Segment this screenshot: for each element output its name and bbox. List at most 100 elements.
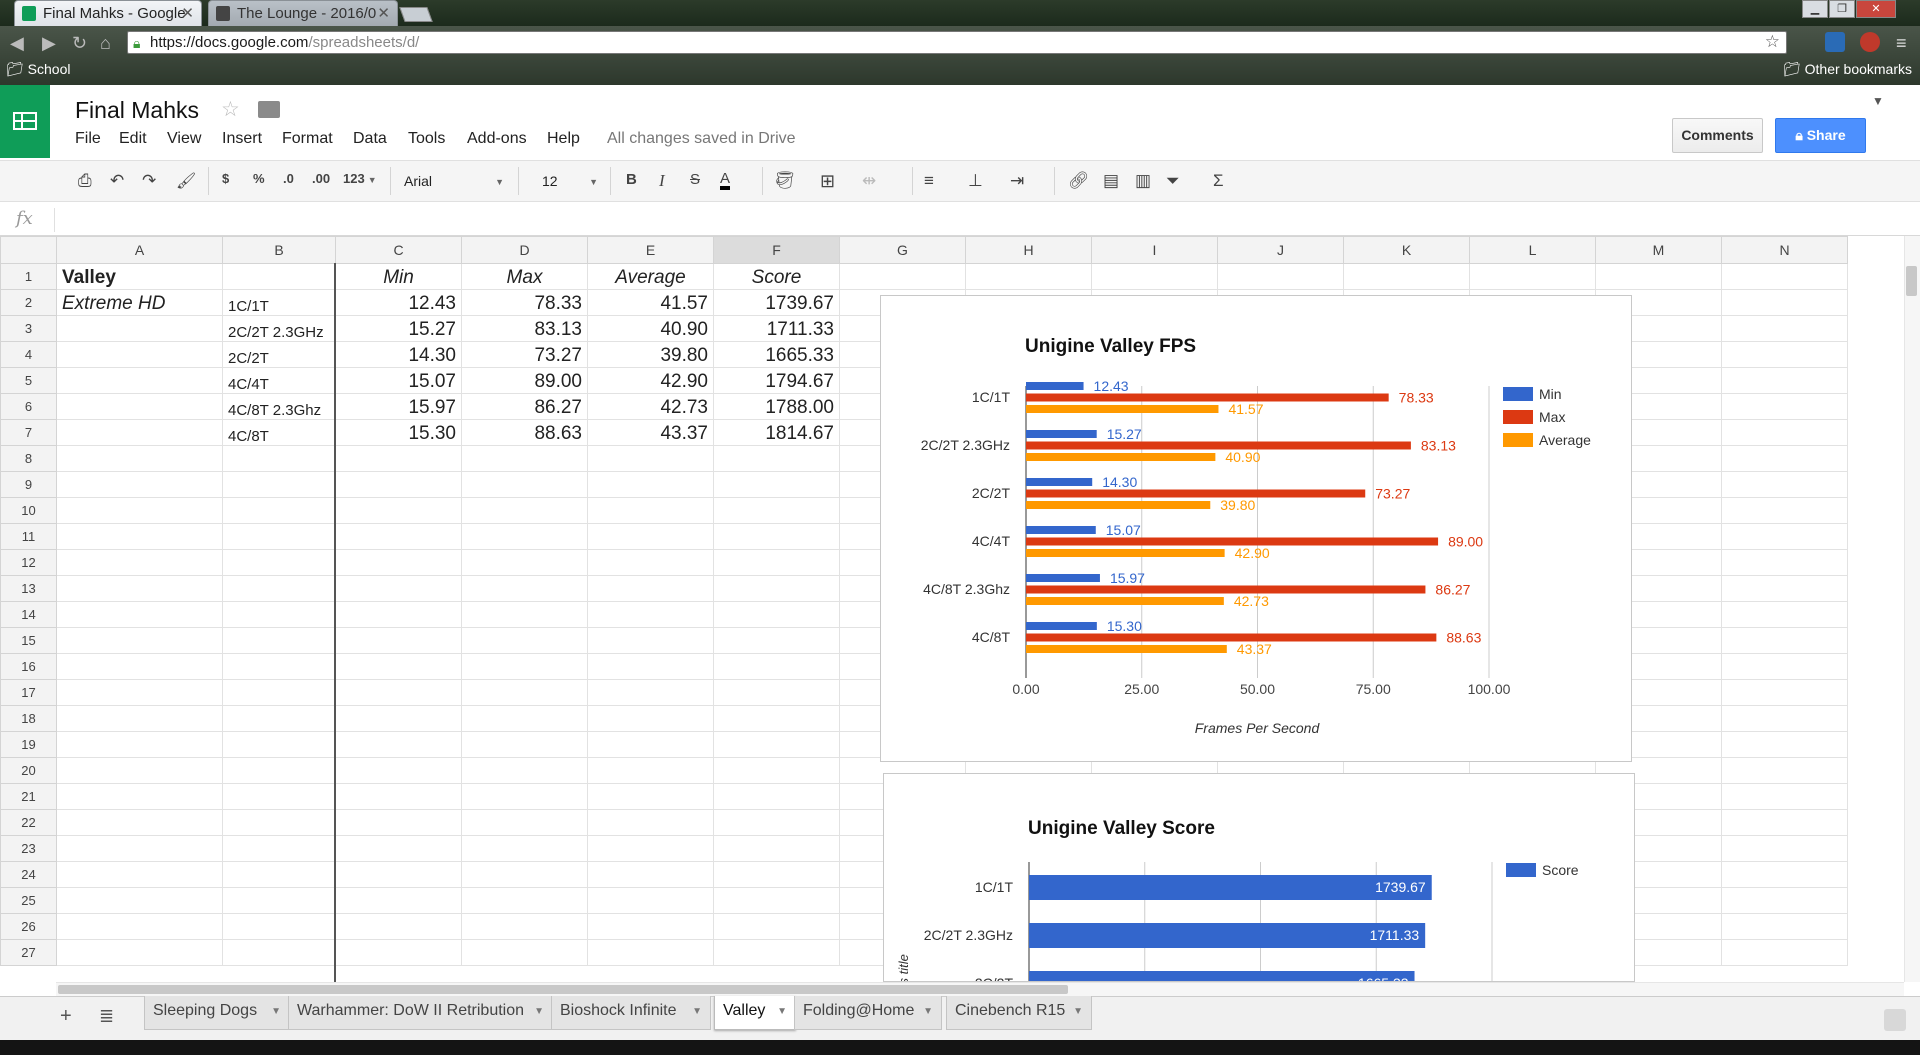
cell[interactable] [1721, 497, 1848, 524]
cell[interactable] [461, 913, 588, 940]
cell[interactable] [1721, 393, 1848, 420]
menu-tools[interactable]: Tools [408, 130, 445, 148]
menu-addons[interactable]: Add-ons [467, 130, 527, 148]
row-header[interactable]: 4 [0, 341, 57, 368]
column-header-n[interactable]: N [1721, 236, 1848, 264]
cell[interactable] [56, 705, 223, 732]
text-color-button[interactable]: A [720, 171, 731, 190]
cell[interactable] [56, 757, 223, 784]
sheet-tab-sleeping-dogs[interactable]: Sleeping Dogs ▼ [144, 996, 290, 1030]
cell[interactable] [713, 445, 840, 472]
cell[interactable] [222, 939, 336, 966]
cell[interactable] [222, 263, 336, 290]
cell[interactable] [56, 471, 223, 498]
cell[interactable]: Average [587, 263, 714, 290]
cell[interactable] [587, 497, 714, 524]
cell[interactable] [461, 601, 588, 628]
vertical-align-icon[interactable]: ⊥ [968, 171, 983, 191]
column-header-i[interactable]: I [1091, 236, 1218, 264]
cell[interactable] [335, 471, 462, 498]
row-header[interactable]: 24 [0, 861, 57, 888]
cell[interactable]: 89.00 [461, 367, 588, 394]
cell[interactable] [222, 835, 336, 862]
row-header[interactable]: 21 [0, 783, 57, 810]
cell[interactable] [1721, 419, 1848, 446]
cell[interactable] [222, 731, 336, 758]
cell[interactable] [222, 627, 336, 654]
sheet-tab-valley[interactable]: Valley ▼ [714, 996, 796, 1030]
cell[interactable] [713, 471, 840, 498]
cell[interactable] [587, 731, 714, 758]
cell[interactable] [222, 705, 336, 732]
collapse-header-icon[interactable]: ▼ [1872, 94, 1884, 108]
cell[interactable] [587, 627, 714, 654]
cell[interactable]: 12.43 [335, 289, 462, 316]
percent-format-button[interactable]: % [253, 171, 265, 186]
home-icon[interactable]: ⌂ [100, 33, 111, 54]
explore-icon[interactable] [1884, 1009, 1906, 1031]
cell[interactable] [965, 263, 1092, 290]
cell[interactable] [461, 705, 588, 732]
cell[interactable] [1721, 575, 1848, 602]
browser-tab-final-mahks[interactable]: Final Mahks - Google ✕ [14, 0, 202, 26]
cell[interactable] [1721, 679, 1848, 706]
cell[interactable] [335, 549, 462, 576]
currency-format-button[interactable]: $ [222, 171, 229, 186]
menu-help[interactable]: Help [547, 130, 580, 148]
cell[interactable] [587, 939, 714, 966]
cell[interactable] [1469, 263, 1596, 290]
cell[interactable] [1721, 705, 1848, 732]
cell[interactable] [461, 523, 588, 550]
cell[interactable] [461, 757, 588, 784]
cell[interactable]: 1C/1T [222, 289, 336, 316]
cell[interactable] [56, 315, 223, 342]
cell[interactable]: 4C/8T [222, 419, 336, 446]
star-icon[interactable]: ☆ [221, 97, 240, 122]
chrome-menu-icon[interactable]: ≡ [1896, 33, 1907, 54]
cell[interactable] [222, 549, 336, 576]
cell[interactable]: 42.90 [587, 367, 714, 394]
column-header-e[interactable]: E [587, 236, 714, 264]
cell[interactable] [587, 679, 714, 706]
cell[interactable] [713, 757, 840, 784]
cell[interactable] [713, 497, 840, 524]
cell[interactable] [1721, 341, 1848, 368]
cell[interactable] [587, 445, 714, 472]
more-formats-button[interactable]: 123 ▼ [343, 171, 377, 186]
row-header[interactable]: 6 [0, 393, 57, 420]
chart-valley-fps[interactable]: Unigine Valley FPS 0.00 25.00 50.00 75.00 100… [880, 295, 1632, 762]
insert-comment-icon[interactable]: ▤ [1103, 171, 1119, 191]
cell[interactable] [335, 835, 462, 862]
cell[interactable] [56, 653, 223, 680]
row-header[interactable]: 3 [0, 315, 57, 342]
cell[interactable] [335, 887, 462, 914]
share-button[interactable]: 🔒︎ Share [1775, 118, 1866, 153]
chevron-down-icon[interactable]: ▼ [923, 1006, 933, 1017]
row-header[interactable]: 7 [0, 419, 57, 446]
cell[interactable] [461, 549, 588, 576]
close-tab-icon[interactable]: ✕ [181, 4, 194, 22]
cell[interactable] [222, 653, 336, 680]
row-header[interactable]: 19 [0, 731, 57, 758]
cell[interactable] [335, 939, 462, 966]
cell[interactable] [713, 549, 840, 576]
row-header[interactable]: 17 [0, 679, 57, 706]
row-header[interactable]: 25 [0, 887, 57, 914]
cell[interactable] [1721, 445, 1848, 472]
cell[interactable]: 1814.67 [713, 419, 840, 446]
cell[interactable] [1721, 549, 1848, 576]
cell[interactable] [335, 757, 462, 784]
fill-color-icon[interactable]: 🪣︎ [774, 171, 796, 191]
cell[interactable] [335, 705, 462, 732]
cell[interactable] [461, 497, 588, 524]
browser-tab-the-lounge[interactable]: The Lounge - 2016/0 ✕ [208, 0, 398, 26]
cell[interactable] [1721, 601, 1848, 628]
row-header[interactable]: 18 [0, 705, 57, 732]
row-header[interactable]: 8 [0, 445, 57, 472]
forward-arrow-icon[interactable]: ▶ [42, 33, 56, 54]
cell[interactable] [335, 861, 462, 888]
cell[interactable] [335, 679, 462, 706]
vertical-scrollbar[interactable] [1904, 236, 1920, 982]
bold-button[interactable]: B [626, 171, 637, 188]
column-header-d[interactable]: D [461, 236, 588, 264]
